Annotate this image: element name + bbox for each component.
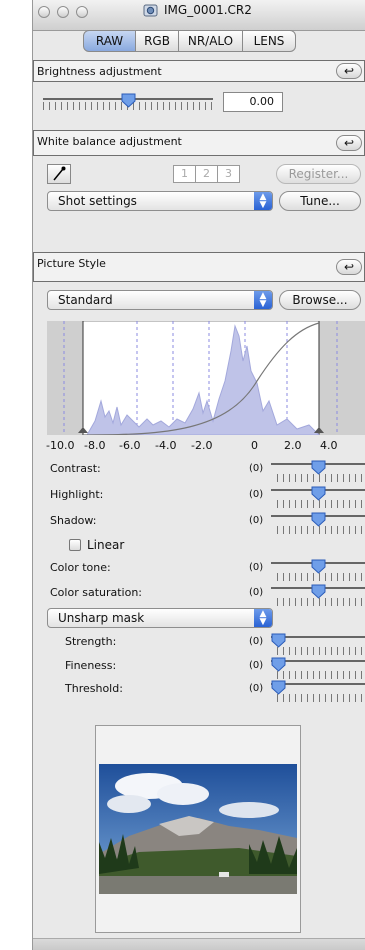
histogram-tick: 0 [251, 439, 258, 452]
select-arrows-icon: ▲ ▼ [254, 192, 272, 210]
strength-slider-thumb[interactable] [271, 633, 286, 648]
tone-curve-histogram[interactable] [47, 321, 365, 435]
brightness-title: Brightness adjustment [37, 65, 162, 78]
close-window-button[interactable] [38, 6, 50, 18]
color-saturation-value: (0) [249, 587, 264, 598]
color-tone-value: (0) [249, 562, 264, 573]
white-balance-header: White balance adjustment ↩ [33, 130, 365, 156]
shadow-label: Shadow: [50, 514, 97, 527]
histogram-tick: 2.0 [284, 439, 302, 452]
histogram-tick: -6.0 [119, 439, 141, 452]
title-bar: IMG_0001.CR2 [33, 0, 365, 31]
linear-label: Linear [87, 538, 125, 552]
threshold-label: Threshold: [65, 682, 123, 695]
color-tone-slider-ticks [277, 573, 365, 581]
shadow-value: (0) [249, 515, 264, 526]
brightness-header: Brightness adjustment ↩ [33, 60, 365, 82]
picture-style-title: Picture Style [37, 257, 106, 270]
brightness-reset-button[interactable]: ↩ [336, 63, 362, 79]
tab-rgb[interactable]: RGB [135, 30, 179, 52]
tab-nr-alo[interactable]: NR/ALO [178, 30, 243, 52]
eyedropper-icon [53, 166, 66, 181]
camera-image-icon [143, 4, 158, 17]
select-arrows-icon: ▲ ▼ [254, 609, 272, 627]
picture-style-select[interactable]: Standard ▲ ▼ [47, 290, 273, 310]
histogram-tick: 4.0 [320, 439, 338, 452]
histogram-tick: -2.0 [191, 439, 213, 452]
strength-slider-ticks [277, 647, 365, 655]
tool-palette-window: IMG_0001.CR2 RAW RGB NR/ALO LENS Brightn… [33, 0, 365, 950]
contrast-value: (0) [249, 463, 264, 474]
highlight-slider-ticks [277, 500, 365, 508]
color-saturation-label: Color saturation: [50, 586, 143, 599]
picture-style-select-value: Standard [58, 293, 113, 307]
tab-lens[interactable]: LENS [242, 30, 296, 52]
bottom-bar [33, 938, 365, 950]
highlight-slider-thumb[interactable] [311, 486, 326, 501]
color-tone-label: Color tone: [50, 561, 111, 574]
minimize-window-button[interactable] [57, 6, 69, 18]
fineness-value: (0) [249, 660, 264, 671]
fineness-slider-ticks [277, 671, 365, 679]
histogram-tick: -4.0 [155, 439, 177, 452]
highlight-value: (0) [249, 489, 264, 500]
white-balance-select[interactable]: Shot settings ▲ ▼ [47, 191, 273, 211]
threshold-slider-ticks [277, 694, 365, 702]
tab-raw[interactable]: RAW [83, 30, 136, 52]
contrast-label: Contrast: [50, 462, 101, 475]
brightness-value-field[interactable]: 0.00 [223, 92, 283, 112]
register-button[interactable]: Register... [276, 164, 361, 184]
strength-label: Strength: [65, 635, 117, 648]
eyedropper-button[interactable] [47, 164, 71, 184]
white-balance-select-value: Shot settings [58, 194, 137, 208]
undo-icon: ↩ [343, 64, 355, 78]
zoom-window-button[interactable] [76, 6, 88, 18]
contrast-slider-thumb[interactable] [311, 460, 326, 475]
tune-button[interactable]: Tune... [279, 191, 361, 211]
sharpness-mode-select[interactable]: Unsharp mask ▲ ▼ [47, 608, 273, 628]
white-balance-title: White balance adjustment [37, 135, 182, 148]
histogram-tick: -8.0 [84, 439, 106, 452]
wb-preset-2[interactable]: 2 [195, 165, 218, 183]
color-saturation-slider-ticks [277, 598, 365, 606]
sharpness-mode-select-value: Unsharp mask [58, 611, 145, 625]
undo-icon: ↩ [343, 260, 355, 274]
threshold-value: (0) [249, 683, 264, 694]
picture-style-reset-button[interactable]: ↩ [336, 259, 362, 275]
wb-preset-3[interactable]: 3 [217, 165, 240, 183]
shadow-slider-thumb[interactable] [311, 512, 326, 527]
window-title: IMG_0001.CR2 [164, 3, 252, 17]
wb-preset-1[interactable]: 1 [173, 165, 196, 183]
color-saturation-slider-thumb[interactable] [311, 584, 326, 599]
contrast-slider-ticks [277, 474, 365, 482]
color-tone-slider-thumb[interactable] [311, 559, 326, 574]
undo-icon: ↩ [343, 136, 355, 150]
linear-checkbox[interactable] [69, 539, 81, 551]
strength-value: (0) [249, 636, 264, 647]
shadow-slider-ticks [277, 526, 365, 534]
threshold-slider-thumb[interactable] [271, 680, 286, 695]
brightness-slider-thumb[interactable] [121, 93, 136, 108]
histogram-tick: -10.0 [46, 439, 75, 452]
image-thumbnail[interactable] [99, 764, 297, 894]
highlight-label: Highlight: [50, 488, 104, 501]
white-balance-reset-button[interactable]: ↩ [336, 135, 362, 151]
picture-style-header: Picture Style ↩ [33, 252, 365, 282]
fineness-label: Fineness: [65, 659, 117, 672]
fineness-slider-thumb[interactable] [271, 657, 286, 672]
select-arrows-icon: ▲ ▼ [254, 291, 272, 309]
browse-button[interactable]: Browse... [279, 290, 361, 310]
